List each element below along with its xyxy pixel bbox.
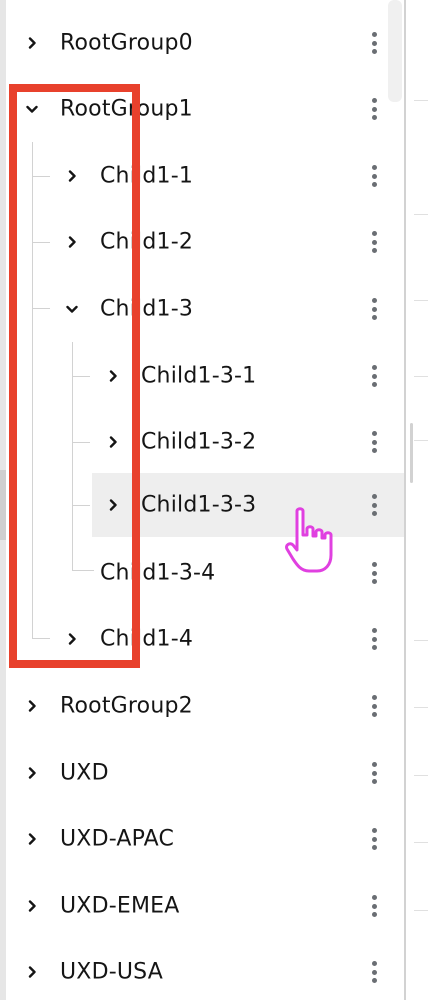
kebab-menu-icon[interactable] xyxy=(368,165,380,187)
tree-item-label: UXD-APAC xyxy=(60,826,175,852)
tree-item-label: RootGroup0 xyxy=(60,30,193,56)
chevron-right-icon[interactable] xyxy=(22,896,42,916)
tree-item-label: Child1-3-3 xyxy=(141,492,257,518)
kebab-menu-icon[interactable] xyxy=(368,32,380,54)
kebab-menu-icon[interactable] xyxy=(368,298,380,320)
kebab-menu-icon[interactable] xyxy=(368,628,380,650)
tree-item-rootgroup0[interactable]: RootGroup0 xyxy=(0,15,404,71)
tree-item-uxd[interactable]: UXD xyxy=(0,745,404,801)
chevron-right-icon[interactable] xyxy=(22,829,42,849)
right-pane xyxy=(406,0,428,1000)
tree-item-label: Child1-3-2 xyxy=(141,429,257,455)
kebab-menu-icon[interactable] xyxy=(368,961,380,983)
right-pane-gridline xyxy=(414,640,428,641)
kebab-menu-icon[interactable] xyxy=(368,562,380,584)
resize-handle[interactable] xyxy=(410,423,413,483)
kebab-menu-icon[interactable] xyxy=(368,494,380,516)
kebab-menu-icon[interactable] xyxy=(368,431,380,453)
right-pane-gridline xyxy=(414,440,428,441)
chevron-right-icon[interactable] xyxy=(22,33,42,53)
hand-pointer-icon xyxy=(285,507,333,573)
tree-item-uxd-apac[interactable]: UXD-APAC xyxy=(0,811,404,867)
right-pane-gridline xyxy=(414,300,428,301)
annotation-highlight-box xyxy=(9,84,140,668)
tree-item-label: RootGroup2 xyxy=(60,693,193,719)
right-pane-gridline xyxy=(414,775,428,776)
tree-item-uxd-usa[interactable]: UXD-USA xyxy=(0,944,404,1000)
right-pane-gridline xyxy=(414,910,428,911)
right-pane-gridline xyxy=(414,100,428,101)
kebab-menu-icon[interactable] xyxy=(368,98,380,120)
right-pane-gridline xyxy=(414,376,428,377)
kebab-menu-icon[interactable] xyxy=(368,762,380,784)
kebab-menu-icon[interactable] xyxy=(368,828,380,850)
kebab-menu-icon[interactable] xyxy=(368,895,380,917)
chevron-right-icon[interactable] xyxy=(22,696,42,716)
right-pane-gridline xyxy=(414,707,428,708)
chevron-right-icon[interactable] xyxy=(22,763,42,783)
tree-item-label: UXD xyxy=(60,760,109,786)
chevron-right-icon[interactable] xyxy=(22,962,42,982)
right-pane-gridline xyxy=(414,842,428,843)
scrollbar-thumb[interactable] xyxy=(388,0,402,102)
tree-item-rootgroup2[interactable]: RootGroup2 xyxy=(0,678,404,734)
kebab-menu-icon[interactable] xyxy=(368,695,380,717)
kebab-menu-icon[interactable] xyxy=(368,231,380,253)
tree-item-label: Child1-3-1 xyxy=(141,363,257,389)
tree-item-label: UXD-USA xyxy=(60,959,163,985)
right-pane-gridline xyxy=(414,214,428,215)
tree-item-label: UXD-EMEA xyxy=(60,893,180,919)
kebab-menu-icon[interactable] xyxy=(368,365,380,387)
tree-item-uxd-emea[interactable]: UXD-EMEA xyxy=(0,878,404,934)
